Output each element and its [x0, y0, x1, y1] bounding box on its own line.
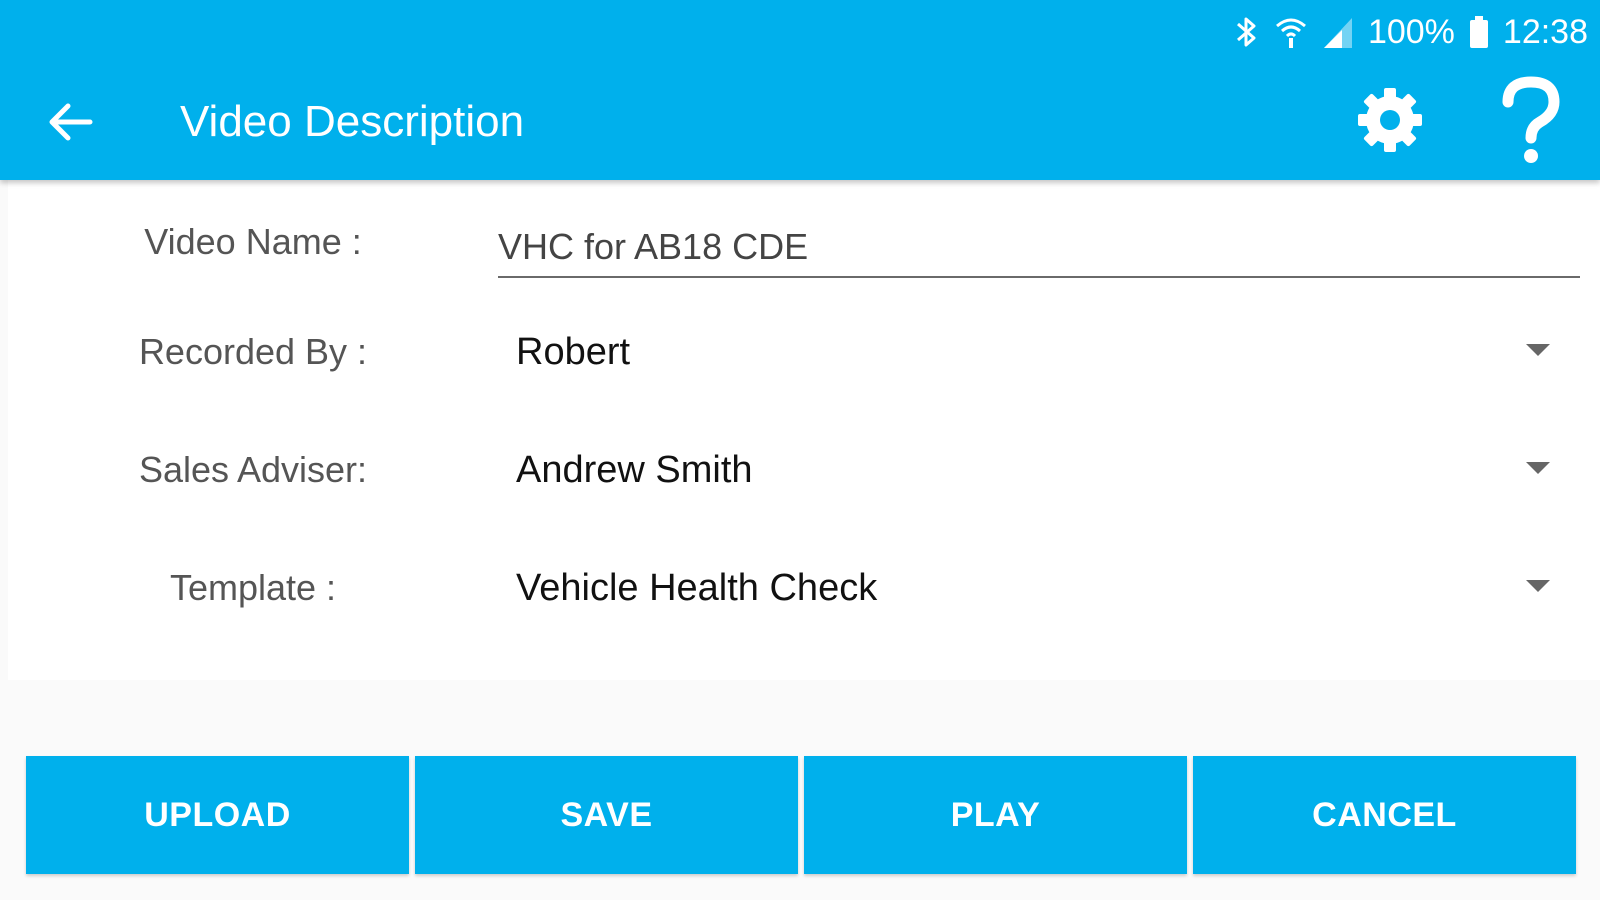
template-row: Template : Vehicle Health Check: [8, 548, 1600, 628]
video-name-input[interactable]: [498, 218, 1580, 278]
recorded-by-value: Robert: [516, 331, 631, 373]
action-button-bar: UPLOAD SAVE PLAY CANCEL: [26, 756, 1576, 874]
recorded-by-dropdown[interactable]: Robert: [508, 312, 1558, 392]
template-dropdown[interactable]: Vehicle Health Check: [508, 548, 1558, 628]
cellular-signal-icon: [1323, 18, 1352, 48]
battery-icon: [1469, 16, 1488, 48]
page-title: Video Description: [180, 97, 525, 146]
chevron-down-icon: [1526, 580, 1550, 592]
battery-percent: 100%: [1367, 12, 1455, 51]
sales-adviser-value: Andrew Smith: [516, 449, 753, 491]
bluetooth-icon: [1236, 17, 1256, 47]
template-label: Template :: [169, 567, 337, 608]
cancel-button[interactable]: CANCEL: [1193, 756, 1576, 874]
chevron-down-icon: [1526, 344, 1550, 356]
wifi-icon: [1275, 18, 1306, 48]
save-button[interactable]: SAVE: [415, 756, 798, 874]
recorded-by-label: Recorded By :: [138, 331, 368, 372]
question-mark-icon: [1502, 76, 1560, 163]
upload-button[interactable]: UPLOAD: [26, 756, 409, 874]
status-bar: 100% 12:38: [1234, 10, 1588, 54]
recorded-by-row: Recorded By : Robert: [8, 312, 1600, 392]
video-details-form: Video Name : Recorded By : Robert Sales …: [8, 180, 1600, 680]
back-button[interactable]: [44, 96, 96, 148]
sales-adviser-row: Sales Adviser: Andrew Smith: [8, 430, 1600, 510]
app-bar: 100% 12:38 Video Description: [0, 0, 1600, 180]
video-name-row: Video Name :: [8, 202, 1600, 282]
template-value: Vehicle Health Check: [516, 567, 878, 609]
help-button[interactable]: [1496, 76, 1566, 166]
arrow-back-icon: [49, 103, 93, 141]
sales-adviser-label: Sales Adviser:: [138, 449, 368, 490]
sales-adviser-dropdown[interactable]: Andrew Smith: [508, 430, 1558, 510]
clock: 12:38: [1502, 12, 1588, 51]
chevron-down-icon: [1526, 462, 1550, 474]
gear-icon: [1358, 88, 1422, 152]
settings-button[interactable]: [1354, 84, 1426, 156]
video-name-label: Video Name :: [144, 221, 362, 262]
play-button[interactable]: PLAY: [804, 756, 1187, 874]
